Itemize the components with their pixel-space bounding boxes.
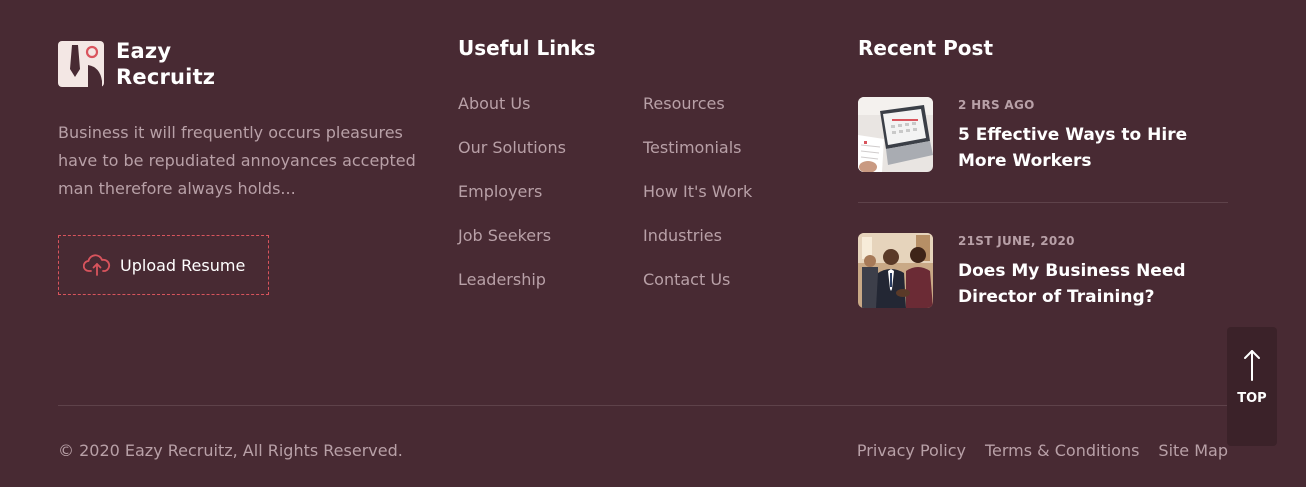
site-map-link[interactable]: Site Map xyxy=(1158,441,1228,460)
upload-resume-label: Upload Resume xyxy=(120,255,246,275)
useful-links-column-2: Resources Testimonials How It's Work Ind… xyxy=(643,92,752,312)
link-contact-us[interactable]: Contact Us xyxy=(643,268,752,312)
copyright-text: © 2020 Eazy Recruitz, All Rights Reserve… xyxy=(58,441,403,460)
arrow-up-icon xyxy=(1244,350,1260,381)
post-title-link[interactable]: 5 Effective Ways to Hire More Workers xyxy=(958,122,1218,174)
brand[interactable]: Eazy Recruitz xyxy=(58,38,215,90)
legal-links: Privacy Policy Terms & Conditions Site M… xyxy=(857,441,1228,460)
link-about-us[interactable]: About Us xyxy=(458,92,566,136)
business-handshake-photo[interactable] xyxy=(858,233,933,308)
link-employers[interactable]: Employers xyxy=(458,180,566,224)
post-date: 2 HRS AGO xyxy=(958,98,1035,112)
brand-name-line1: Eazy xyxy=(116,39,172,63)
post-divider xyxy=(858,202,1228,203)
link-leadership[interactable]: Leadership xyxy=(458,268,566,312)
link-job-seekers[interactable]: Job Seekers xyxy=(458,224,566,268)
brand-name-line2: Recruitz xyxy=(116,65,216,89)
recent-post-title: Recent Post xyxy=(858,36,994,60)
recent-post-item[interactable]: 2 HRS AGO 5 Effective Ways to Hire More … xyxy=(858,97,1228,174)
recent-post-item[interactable]: 21ST JUNE, 2020 Does My Business Need Di… xyxy=(858,233,1228,310)
terms-conditions-link[interactable]: Terms & Conditions xyxy=(985,441,1139,460)
link-industries[interactable]: Industries xyxy=(643,224,752,268)
brand-name: Eazy Recruitz xyxy=(116,38,215,90)
post-title-link[interactable]: Does My Business Need Director of Traini… xyxy=(958,258,1218,310)
link-how-its-work[interactable]: How It's Work xyxy=(643,180,752,224)
link-testimonials[interactable]: Testimonials xyxy=(643,136,752,180)
useful-links-column-1: About Us Our Solutions Employers Job See… xyxy=(458,92,566,312)
link-resources[interactable]: Resources xyxy=(643,92,752,136)
briefcase-tie-logo-icon xyxy=(58,41,104,87)
link-our-solutions[interactable]: Our Solutions xyxy=(458,136,566,180)
cloud-upload-icon xyxy=(83,254,111,276)
footer-divider xyxy=(58,405,1228,406)
laptop-calendar-photo[interactable] xyxy=(858,97,933,172)
back-to-top-button[interactable]: TOP xyxy=(1227,327,1277,446)
upload-resume-button[interactable]: Upload Resume xyxy=(58,235,269,295)
useful-links-title: Useful Links xyxy=(458,36,596,60)
privacy-policy-link[interactable]: Privacy Policy xyxy=(857,441,966,460)
back-to-top-label: TOP xyxy=(1237,391,1267,406)
company-description: Business it will frequently occurs pleas… xyxy=(58,123,416,198)
post-date: 21ST JUNE, 2020 xyxy=(958,234,1075,248)
